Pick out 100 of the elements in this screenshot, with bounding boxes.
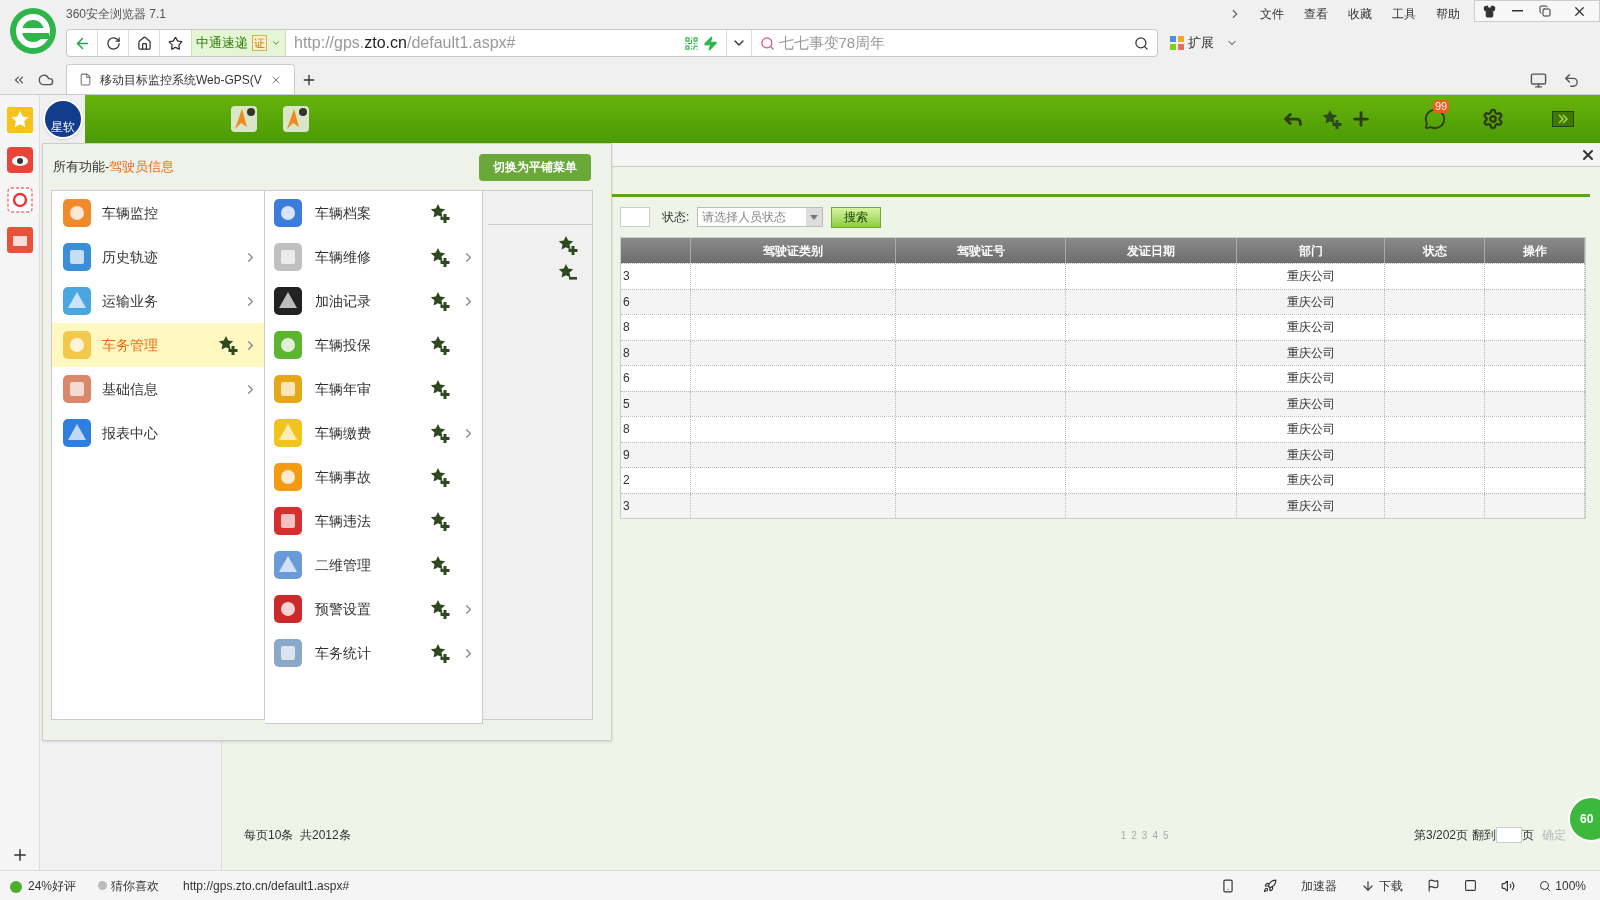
download-button[interactable]: 下载	[1379, 876, 1404, 895]
menu-category[interactable]: 历史轨迹	[52, 235, 264, 279]
menu-item[interactable]: 车辆投保	[265, 323, 482, 367]
flag-icon[interactable]	[1427, 879, 1441, 892]
star-plus-icon[interactable]	[430, 423, 450, 443]
extensions-icon[interactable]	[1170, 36, 1184, 50]
window-icon[interactable]	[1530, 71, 1547, 89]
map-navigation-icon[interactable]	[230, 105, 258, 133]
menu-item[interactable]: 查看	[1304, 5, 1328, 23]
star-plus-icon[interactable]	[430, 335, 450, 355]
table-cell-text: 重庆公司	[1286, 370, 1335, 388]
lightning-icon[interactable]	[702, 35, 718, 51]
star-plus-icon[interactable]	[430, 511, 450, 531]
star-plus-icon[interactable]	[430, 467, 450, 487]
status-label: 状态:	[662, 209, 690, 226]
rating-text[interactable]: 24%好评	[28, 876, 77, 895]
expand-icon[interactable]	[1552, 111, 1574, 127]
map-navigation-icon[interactable]	[282, 105, 310, 133]
page-input[interactable]	[1496, 827, 1522, 843]
menu-item-icon	[273, 594, 303, 624]
star-add-icon[interactable]	[557, 235, 578, 255]
browser-tab[interactable]: 移动目标监控系统Web-GPS(V	[66, 64, 295, 94]
table-cell-text: 重庆公司	[1286, 421, 1335, 439]
page-icon	[79, 73, 92, 86]
menu-item[interactable]: 车辆档案	[265, 191, 482, 235]
table-cell-text: 重庆公司	[1286, 446, 1335, 464]
star-plus-icon[interactable]	[430, 643, 450, 663]
undo-icon[interactable]	[1563, 71, 1580, 89]
menu-item[interactable]: 帮助	[1436, 5, 1460, 23]
menu-item[interactable]: 加油记录	[265, 279, 482, 323]
shirt-icon	[1482, 4, 1496, 18]
zoom-icon[interactable]	[1539, 879, 1552, 892]
tab-title: 移动目标监控系统Web-GPS(V	[100, 71, 262, 89]
star-plus-icon[interactable]	[430, 291, 450, 311]
menu-item-icon	[273, 462, 303, 492]
rocket-icon[interactable]	[1263, 878, 1278, 893]
status-select[interactable]: 请选择人员状态	[697, 207, 824, 227]
star-plus-icon[interactable]	[430, 247, 450, 267]
star-plus-icon[interactable]	[1322, 109, 1342, 129]
table-cell-text: 5	[623, 395, 630, 413]
menu-category[interactable]: 基础信息	[52, 367, 264, 411]
eye-icon[interactable]	[6, 147, 33, 173]
menu-item[interactable]: 二维管理	[265, 543, 482, 587]
dropdown-button[interactable]	[725, 30, 752, 56]
star-remove-icon[interactable]	[557, 263, 578, 283]
zoom-level[interactable]: 100%	[1555, 876, 1586, 895]
menu-item-icon	[273, 374, 303, 404]
table-cell-text: 重庆公司	[1286, 344, 1335, 362]
menu-item[interactable]: 车辆违法	[265, 499, 482, 543]
home-icon	[136, 35, 152, 51]
browser-title: 360安全浏览器 7.1	[66, 6, 167, 23]
accelerator-button[interactable]: 加速器	[1301, 876, 1338, 895]
menu-item-icon	[273, 550, 303, 580]
star-icon	[168, 35, 183, 51]
volume-icon[interactable]	[1501, 878, 1516, 893]
url-text[interactable]: http://gps.zto.cn/default1.aspx#	[294, 31, 684, 55]
settings-icon[interactable]	[1482, 108, 1504, 130]
status-url: http://gps.zto.cn/default1.aspx#	[183, 877, 350, 895]
menu-item[interactable]: 收藏	[1348, 5, 1372, 23]
site-name: 中通速递	[196, 34, 248, 53]
recommend-link[interactable]: 猜你喜欢	[111, 876, 160, 895]
extensions-button[interactable]: 扩展	[1188, 33, 1214, 53]
menu-title: 所有功能-驾驶员信息	[53, 158, 175, 177]
menu-item-icon	[62, 198, 92, 228]
table-cell-text: 8	[623, 319, 630, 337]
menu-category[interactable]: 车辆监控	[52, 191, 264, 235]
menu-item-icon	[62, 330, 92, 360]
menu-item-icon	[273, 286, 303, 316]
page-position: 第3/202页	[1413, 827, 1468, 844]
table-cell-text: 9	[623, 446, 630, 464]
add-icon[interactable]	[1350, 108, 1372, 130]
message-icon[interactable]	[1424, 108, 1446, 130]
window-icon[interactable]	[1464, 879, 1478, 892]
sidebar-toggle-icon[interactable]	[12, 73, 26, 87]
qr-code-icon[interactable]	[683, 35, 699, 51]
star-plus-icon[interactable]	[218, 335, 238, 355]
menu-category[interactable]: 报表中心	[52, 411, 264, 455]
table-cell-text: 重庆公司	[1286, 395, 1335, 413]
star-plus-icon[interactable]	[430, 599, 450, 619]
star-plus-icon[interactable]	[430, 379, 450, 399]
menu-item[interactable]: 车务统计	[265, 631, 482, 675]
menu-item[interactable]: 预警设置	[265, 587, 482, 631]
menu-item[interactable]: 文件	[1260, 5, 1284, 23]
site-certificate[interactable]: 中通速递 证	[191, 30, 286, 56]
cloud-icon[interactable]	[38, 72, 54, 88]
menu-item[interactable]: 车辆年审	[265, 367, 482, 411]
search-engine-icon[interactable]	[759, 35, 775, 51]
text-field[interactable]	[620, 207, 650, 227]
menu-item[interactable]: 工具	[1392, 5, 1416, 23]
star-plus-icon[interactable]	[430, 203, 450, 223]
table-cell-text: 重庆公司	[1286, 472, 1335, 490]
phone-icon[interactable]	[1221, 878, 1236, 893]
menu-category[interactable]: 运输业务	[52, 279, 264, 323]
app-logo[interactable]: 星软	[42, 99, 83, 139]
menu-item[interactable]: 车辆维修	[265, 235, 482, 279]
star-plus-icon[interactable]	[430, 555, 450, 575]
search-icon[interactable]	[1134, 35, 1149, 51]
menu-item[interactable]: 车辆事故	[265, 455, 482, 499]
menu-item[interactable]: 车辆缴费	[265, 411, 482, 455]
search-button[interactable]: 搜索	[831, 206, 882, 228]
